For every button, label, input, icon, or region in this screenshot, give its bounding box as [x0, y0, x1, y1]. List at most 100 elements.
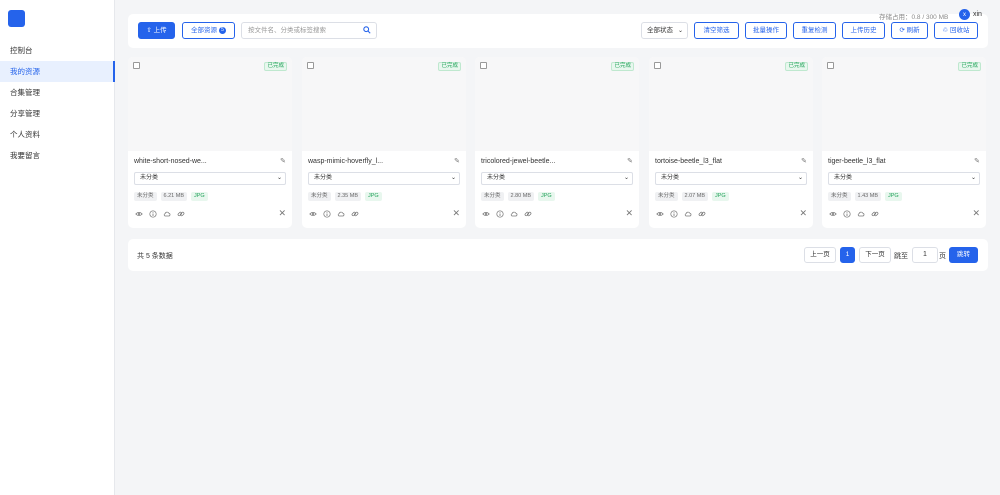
close-icon[interactable]: ✕	[452, 209, 460, 218]
page-button-current[interactable]: 1	[840, 247, 855, 263]
cloud-icon[interactable]	[684, 210, 692, 218]
upload-button[interactable]: ⇧ 上传	[138, 22, 175, 39]
category-tag: 未分类	[655, 192, 678, 201]
resource-card[interactable]: 已完成 white-short-nosed-we... ✎ 未分类 ⌄ 未分类 6…	[128, 57, 292, 228]
tag-list: 未分类 2.07 MB JPG	[655, 192, 729, 201]
resource-count-badge: 5	[219, 26, 226, 34]
info-icon[interactable]	[843, 210, 851, 218]
resource-card[interactable]: 已完成 tiger-beetle_l3_flat ✎ 未分类 ⌄ 未分类 1.43…	[822, 57, 986, 228]
eye-icon[interactable]	[656, 210, 664, 218]
cloud-icon[interactable]	[857, 210, 865, 218]
edit-icon[interactable]: ✎	[801, 157, 807, 165]
cloud-icon[interactable]	[510, 210, 518, 218]
resource-card[interactable]: 已完成 tortoise-beetle_l3_flat ✎ 未分类 ⌄ 未分类 2…	[649, 57, 813, 228]
select-checkbox[interactable]	[480, 62, 487, 69]
category-value: 未分类	[834, 175, 853, 181]
edit-icon[interactable]: ✎	[627, 157, 633, 165]
link-icon[interactable]	[524, 210, 532, 218]
category-value: 未分类	[487, 175, 506, 181]
duplicate-check-button[interactable]: 重复检测	[793, 22, 836, 39]
search-icon[interactable]	[363, 26, 371, 34]
info-icon[interactable]	[149, 210, 157, 218]
thumbnail[interactable]	[649, 57, 813, 151]
file-name: tiger-beetle_l3_flat	[828, 158, 886, 165]
app-logo[interactable]	[8, 10, 25, 27]
close-icon[interactable]: ✕	[972, 209, 980, 218]
close-icon[interactable]: ✕	[278, 209, 286, 218]
sidebar-item-shares[interactable]: 分享管理	[0, 103, 115, 124]
category-tag: 未分类	[481, 192, 504, 201]
info-icon[interactable]	[323, 210, 331, 218]
edit-icon[interactable]: ✎	[454, 157, 460, 165]
thumbnail[interactable]	[302, 57, 466, 151]
thumbnail[interactable]	[128, 57, 292, 151]
chevron-down-icon: ⌄	[797, 175, 803, 181]
status-badge: 已完成	[438, 62, 461, 71]
edit-icon[interactable]: ✎	[974, 157, 980, 165]
file-name: wasp-mimic-hoverfly_l...	[308, 158, 384, 165]
info-icon[interactable]	[670, 210, 678, 218]
search-input[interactable]: 按文件名、分类或标签搜索	[241, 22, 377, 39]
resource-card[interactable]: 已完成 tricolored-jewel-beetle... ✎ 未分类 ⌄ 未分…	[475, 57, 639, 228]
cloud-icon[interactable]	[337, 210, 345, 218]
eye-icon[interactable]	[482, 210, 490, 218]
next-page-button[interactable]: 下一页	[859, 247, 891, 263]
clear-filter-button[interactable]: 清空筛选	[694, 22, 739, 39]
edit-icon[interactable]: ✎	[280, 157, 286, 165]
card-actions	[656, 210, 706, 218]
select-checkbox[interactable]	[827, 62, 834, 69]
link-icon[interactable]	[351, 210, 359, 218]
link-icon[interactable]	[871, 210, 879, 218]
category-value: 未分类	[661, 175, 680, 181]
file-name: tortoise-beetle_l3_flat	[655, 158, 722, 165]
jump-button[interactable]: 跳转	[949, 247, 978, 263]
tag-list: 未分类 1.43 MB JPG	[828, 192, 902, 201]
category-select[interactable]: 未分类 ⌄	[828, 172, 980, 185]
sidebar-item-collections[interactable]: 合集管理	[0, 82, 115, 103]
category-tag: 未分类	[828, 192, 851, 201]
select-checkbox[interactable]	[654, 62, 661, 69]
card-actions	[135, 210, 185, 218]
sidebar: 控制台 我的资源 合集管理 分享管理 个人资料 我要留言	[0, 0, 115, 495]
prev-page-button[interactable]: 上一页	[804, 247, 836, 263]
select-checkbox[interactable]	[307, 62, 314, 69]
format-tag: JPG	[538, 192, 555, 201]
category-select[interactable]: 未分类 ⌄	[134, 172, 286, 185]
batch-operation-button[interactable]: 批量操作	[745, 22, 787, 39]
cloud-icon[interactable]	[163, 210, 171, 218]
eye-icon[interactable]	[829, 210, 837, 218]
all-resources-button[interactable]: 全部资源 5	[182, 22, 235, 39]
thumbnail[interactable]	[475, 57, 639, 151]
upload-history-button[interactable]: 上传历史	[842, 22, 885, 39]
refresh-button[interactable]: ⟳ 刷新	[891, 22, 928, 39]
sidebar-item-profile[interactable]: 个人资料	[0, 124, 115, 145]
card-actions	[309, 210, 359, 218]
eye-icon[interactable]	[135, 210, 143, 218]
size-tag: 2.80 MB	[507, 192, 534, 201]
link-icon[interactable]	[177, 210, 185, 218]
pagination-bar: 共 5 条数据 上一页 1 下一页 跳至 1 页 跳转	[128, 239, 988, 271]
close-icon[interactable]: ✕	[799, 209, 807, 218]
total-count: 共 5 条数据	[137, 253, 173, 260]
select-checkbox[interactable]	[133, 62, 140, 69]
resource-card[interactable]: 已完成 wasp-mimic-hoverfly_l... ✎ 未分类 ⌄ 未分类 …	[302, 57, 466, 228]
recycle-bin-button[interactable]: ♲ 回收站	[934, 22, 978, 39]
user-menu[interactable]: x xin	[959, 9, 982, 20]
thumbnail[interactable]	[822, 57, 986, 151]
sidebar-item-feedback[interactable]: 我要留言	[0, 145, 115, 166]
sidebar-item-my-resources[interactable]: 我的资源	[0, 61, 115, 82]
eye-icon[interactable]	[309, 210, 317, 218]
link-icon[interactable]	[698, 210, 706, 218]
category-select[interactable]: 未分类 ⌄	[655, 172, 807, 185]
chevron-down-icon: ⌄	[970, 175, 976, 181]
format-tag: JPG	[885, 192, 902, 201]
category-select[interactable]: 未分类 ⌄	[481, 172, 633, 185]
chevron-down-icon: ⌄	[623, 175, 629, 181]
status-filter-select[interactable]: 全部状态 ⌄	[641, 22, 688, 39]
jump-page-input[interactable]: 1	[912, 247, 938, 263]
tag-list: 未分类 2.35 MB JPG	[308, 192, 382, 201]
category-select[interactable]: 未分类 ⌄	[308, 172, 460, 185]
close-icon[interactable]: ✕	[625, 209, 633, 218]
sidebar-item-dashboard[interactable]: 控制台	[0, 40, 115, 61]
info-icon[interactable]	[496, 210, 504, 218]
